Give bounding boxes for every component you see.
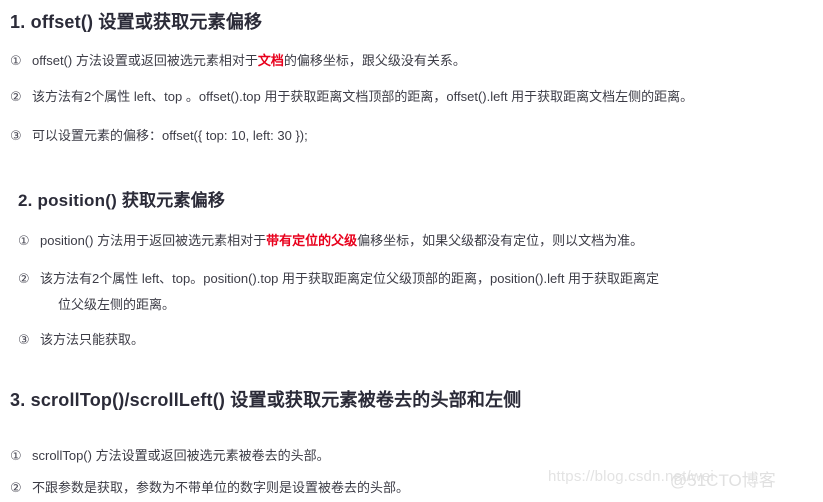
section-1-code: offset()	[30, 12, 99, 32]
list-item: ② 该方法有2个属性 left、top 。offset().top 用于获取距离文…	[10, 84, 693, 110]
list-item-text: scrollTop() 方法设置或返回被选元素被卷去的头部。	[32, 448, 330, 463]
list-marker: ①	[18, 233, 30, 248]
list-item-continuation: 位父级左侧的距离。	[58, 297, 176, 312]
list-item-text: offset() 方法设置或返回被选元素相对于	[32, 53, 258, 68]
list-item-text: 可以设置元素的偏移：offset({ top: 10, left: 30 });	[32, 128, 308, 143]
list-item: ③ 可以设置元素的偏移：offset({ top: 10, left: 30 })…	[10, 123, 308, 149]
list-marker: ②	[10, 480, 22, 495]
section-3-title: 设置或获取元素被卷去的头部和左侧	[230, 390, 522, 410]
list-item: ① position() 方法用于返回被选元素相对于带有定位的父级偏移坐标，如果父…	[18, 228, 643, 254]
document-page: 1. offset() 设置或获取元素偏移 ① offset() 方法设置或返回被…	[0, 0, 823, 502]
list-marker: ③	[10, 128, 22, 143]
section-1-title: 设置或获取元素偏移	[98, 12, 263, 32]
watermark-brand: @51CTO博客	[670, 471, 776, 490]
list-item-text: 该方法只能获取。	[40, 332, 145, 347]
section-heading-offset: 1. offset() 设置或获取元素偏移	[10, 8, 262, 34]
section-heading-scrolltop: 3. scrollTop()/scrollLeft() 设置或获取元素被卷去的头…	[10, 386, 522, 412]
list-marker: ②	[10, 89, 22, 104]
section-heading-position: 2. position() 获取元素偏移	[18, 186, 225, 211]
list-item-text: position() 方法用于返回被选元素相对于	[40, 233, 267, 248]
section-2-title: 获取元素偏移	[121, 191, 226, 210]
highlighted-text: 文档	[257, 53, 284, 68]
list-item: ② 不跟参数是获取，参数为不带单位的数字则是设置被卷去的头部。	[10, 475, 409, 501]
section-3-number: 3.	[10, 390, 31, 410]
section-2-code: position()	[37, 191, 122, 210]
list-item-text-tail: 的偏移坐标，跟父级没有关系。	[283, 53, 466, 68]
list-marker: ①	[10, 448, 22, 463]
list-item-text-tail: 偏移坐标，如果父级都没有定位，则以文档为准。	[357, 233, 644, 248]
list-item: ③ 该方法只能获取。	[18, 327, 144, 353]
list-marker: ②	[18, 271, 30, 286]
highlighted-text: 带有定位的父级	[266, 233, 358, 248]
list-item-text: 不跟参数是获取，参数为不带单位的数字则是设置被卷去的头部。	[32, 480, 410, 495]
list-item: ① scrollTop() 方法设置或返回被选元素被卷去的头部。	[10, 443, 330, 469]
list-item-text: 该方法有2个属性 left、top 。offset().top 用于获取距离文档…	[32, 89, 694, 104]
list-marker: ①	[10, 53, 22, 68]
list-item: ② 该方法有2个属性 left、top。position().top 用于获取距离…	[18, 266, 659, 292]
section-3-code: scrollTop()/scrollLeft()	[30, 390, 231, 410]
section-2-number: 2.	[18, 191, 38, 210]
section-1-number: 1.	[10, 12, 31, 32]
list-item-text: 该方法有2个属性 left、top。position().top 用于获取距离定…	[40, 271, 660, 286]
list-marker: ③	[18, 332, 30, 347]
list-item: ① offset() 方法设置或返回被选元素相对于文档的偏移坐标，跟父级没有关系。	[10, 48, 466, 74]
